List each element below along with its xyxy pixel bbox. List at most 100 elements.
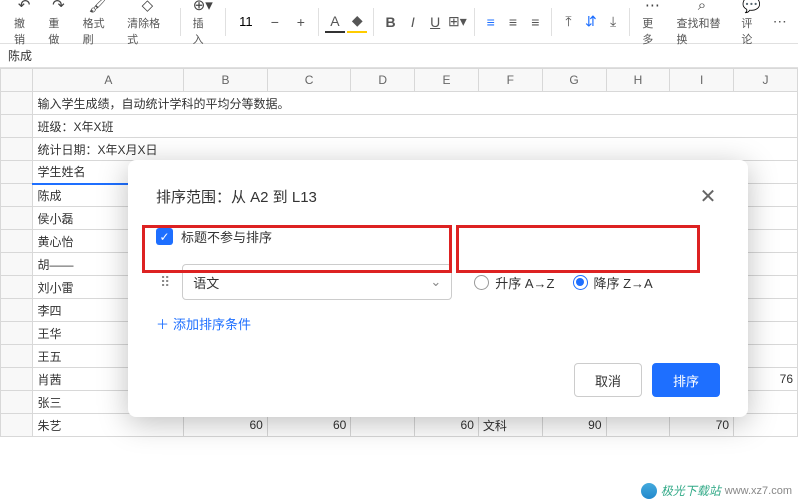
undo-icon: ↶	[18, 0, 31, 14]
row-header[interactable]	[1, 92, 33, 115]
italic-button[interactable]: I	[403, 11, 423, 33]
sort-desc-label: 降序 Z→A	[594, 273, 653, 292]
info-cell[interactable]: 统计日期：X年X月X日	[33, 138, 798, 161]
sort-dialog: 排序范围：从 A2 到 L13 ✕ ✓ 标题不参与排序 ⠿ 语文 ⌄ 升序 A→…	[128, 160, 748, 417]
row-header[interactable]	[1, 230, 33, 253]
redo-button[interactable]: ↷重做	[42, 0, 74, 49]
brush-icon: 🖌	[88, 0, 107, 14]
column-header[interactable]: A	[33, 69, 184, 92]
row-header[interactable]	[1, 161, 33, 184]
watermark-icon	[641, 483, 657, 499]
valign-bottom-button[interactable]: ⤓	[603, 11, 623, 33]
sort-desc-radio[interactable]: 降序 Z→A	[573, 273, 653, 292]
separator	[629, 8, 630, 36]
font-size-group: − +	[232, 11, 312, 33]
font-size-input[interactable]	[232, 14, 260, 29]
corner-cell[interactable]	[1, 69, 33, 92]
column-header[interactable]: E	[415, 69, 479, 92]
close-button[interactable]: ✕	[696, 184, 720, 209]
separator	[318, 8, 319, 36]
format-painter-label: 格式刷	[83, 15, 113, 47]
find-replace-button[interactable]: ⌕查找和替换	[671, 0, 734, 49]
toolbar: ↶撤销 ↷重做 🖌格式刷 ◇清除格式 ⊕▾插入 − + A ◆ B I U ⊞▾…	[0, 0, 798, 44]
sort-column-select[interactable]: 语文 ⌄	[182, 264, 452, 300]
row-header[interactable]	[1, 391, 33, 414]
overflow-button[interactable]: ⋯	[770, 11, 790, 33]
cell[interactable]	[734, 414, 798, 437]
watermark: 极光下载站 www.xz7.com	[641, 482, 792, 499]
column-header[interactable]: H	[606, 69, 670, 92]
clear-format-button[interactable]: ◇清除格式	[121, 0, 174, 49]
row-header[interactable]	[1, 276, 33, 299]
add-condition-label: 添加排序条件	[173, 314, 251, 333]
separator	[551, 8, 552, 36]
separator	[373, 8, 374, 36]
cancel-button[interactable]: 取消	[574, 363, 642, 397]
align-center-button[interactable]: ≡	[503, 11, 523, 33]
comment-button[interactable]: 💬评论	[735, 0, 767, 49]
info-cell[interactable]: 班级：X年X班	[33, 115, 798, 138]
plus-icon: ＋	[156, 314, 169, 333]
fill-color-button[interactable]: ◆	[347, 11, 367, 33]
more-button[interactable]: ⋯更多	[636, 0, 668, 49]
row-header[interactable]	[1, 138, 33, 161]
redo-label: 重做	[48, 15, 68, 47]
separator	[180, 8, 181, 36]
redo-icon: ↷	[52, 0, 65, 14]
dialog-title: 排序范围：从 A2 到 L13	[156, 186, 317, 207]
sort-column-value: 语文	[193, 273, 219, 292]
column-header[interactable]: J	[734, 69, 798, 92]
checkbox-icon: ✓	[156, 228, 173, 245]
info-cell[interactable]: 输入学生成绩，自动统计学科的平均分等数据。	[33, 92, 798, 115]
eraser-icon: ◇	[142, 0, 154, 14]
comment-icon: 💬	[742, 0, 761, 14]
row-header[interactable]	[1, 414, 33, 437]
watermark-text: 极光下载站	[661, 482, 721, 499]
undo-button[interactable]: ↶撤销	[8, 0, 40, 49]
radio-icon	[474, 275, 489, 290]
plus-icon: ⊕▾	[193, 0, 213, 14]
row-header[interactable]	[1, 345, 33, 368]
separator	[225, 8, 226, 36]
row-header[interactable]	[1, 368, 33, 391]
header-exclude-checkbox[interactable]: ✓ 标题不参与排序	[156, 227, 720, 246]
undo-label: 撤销	[14, 15, 34, 47]
bold-button[interactable]: B	[380, 11, 400, 33]
valign-middle-button[interactable]: ⇵	[581, 11, 601, 33]
sort-asc-radio[interactable]: 升序 A→Z	[474, 273, 554, 292]
watermark-url: www.xz7.com	[725, 485, 792, 497]
sort-asc-label: 升序 A→Z	[495, 273, 554, 292]
clear-format-label: 清除格式	[127, 15, 168, 47]
row-header[interactable]	[1, 253, 33, 276]
valign-top-button[interactable]: ⤒	[558, 11, 578, 33]
font-size-decrease[interactable]: −	[264, 11, 286, 33]
more-label: 更多	[642, 15, 662, 47]
row-header[interactable]	[1, 115, 33, 138]
find-replace-label: 查找和替换	[677, 15, 728, 47]
search-icon: ⌕	[698, 0, 706, 14]
row-header[interactable]	[1, 184, 33, 207]
align-left-button[interactable]: ≡	[481, 11, 501, 33]
separator	[474, 8, 475, 36]
column-header[interactable]: G	[542, 69, 606, 92]
font-color-button[interactable]: A	[325, 11, 345, 33]
column-header[interactable]: C	[267, 69, 351, 92]
border-button[interactable]: ⊞▾	[447, 11, 467, 33]
column-header[interactable]: F	[478, 69, 542, 92]
insert-button[interactable]: ⊕▾插入	[187, 0, 219, 49]
column-header[interactable]: D	[351, 69, 415, 92]
row-header[interactable]	[1, 299, 33, 322]
drag-handle-icon[interactable]: ⠿	[156, 274, 174, 291]
align-right-button[interactable]: ≡	[525, 11, 545, 33]
format-painter-button[interactable]: 🖌格式刷	[77, 0, 119, 49]
font-size-increase[interactable]: +	[290, 11, 312, 33]
underline-button[interactable]: U	[425, 11, 445, 33]
sort-button[interactable]: 排序	[652, 363, 720, 397]
radio-icon	[573, 275, 588, 290]
more-icon: ⋯	[645, 0, 660, 14]
row-header[interactable]	[1, 322, 33, 345]
add-sort-condition[interactable]: ＋添加排序条件	[156, 314, 720, 333]
column-header[interactable]: I	[670, 69, 734, 92]
column-header[interactable]: B	[184, 69, 268, 92]
row-header[interactable]	[1, 207, 33, 230]
